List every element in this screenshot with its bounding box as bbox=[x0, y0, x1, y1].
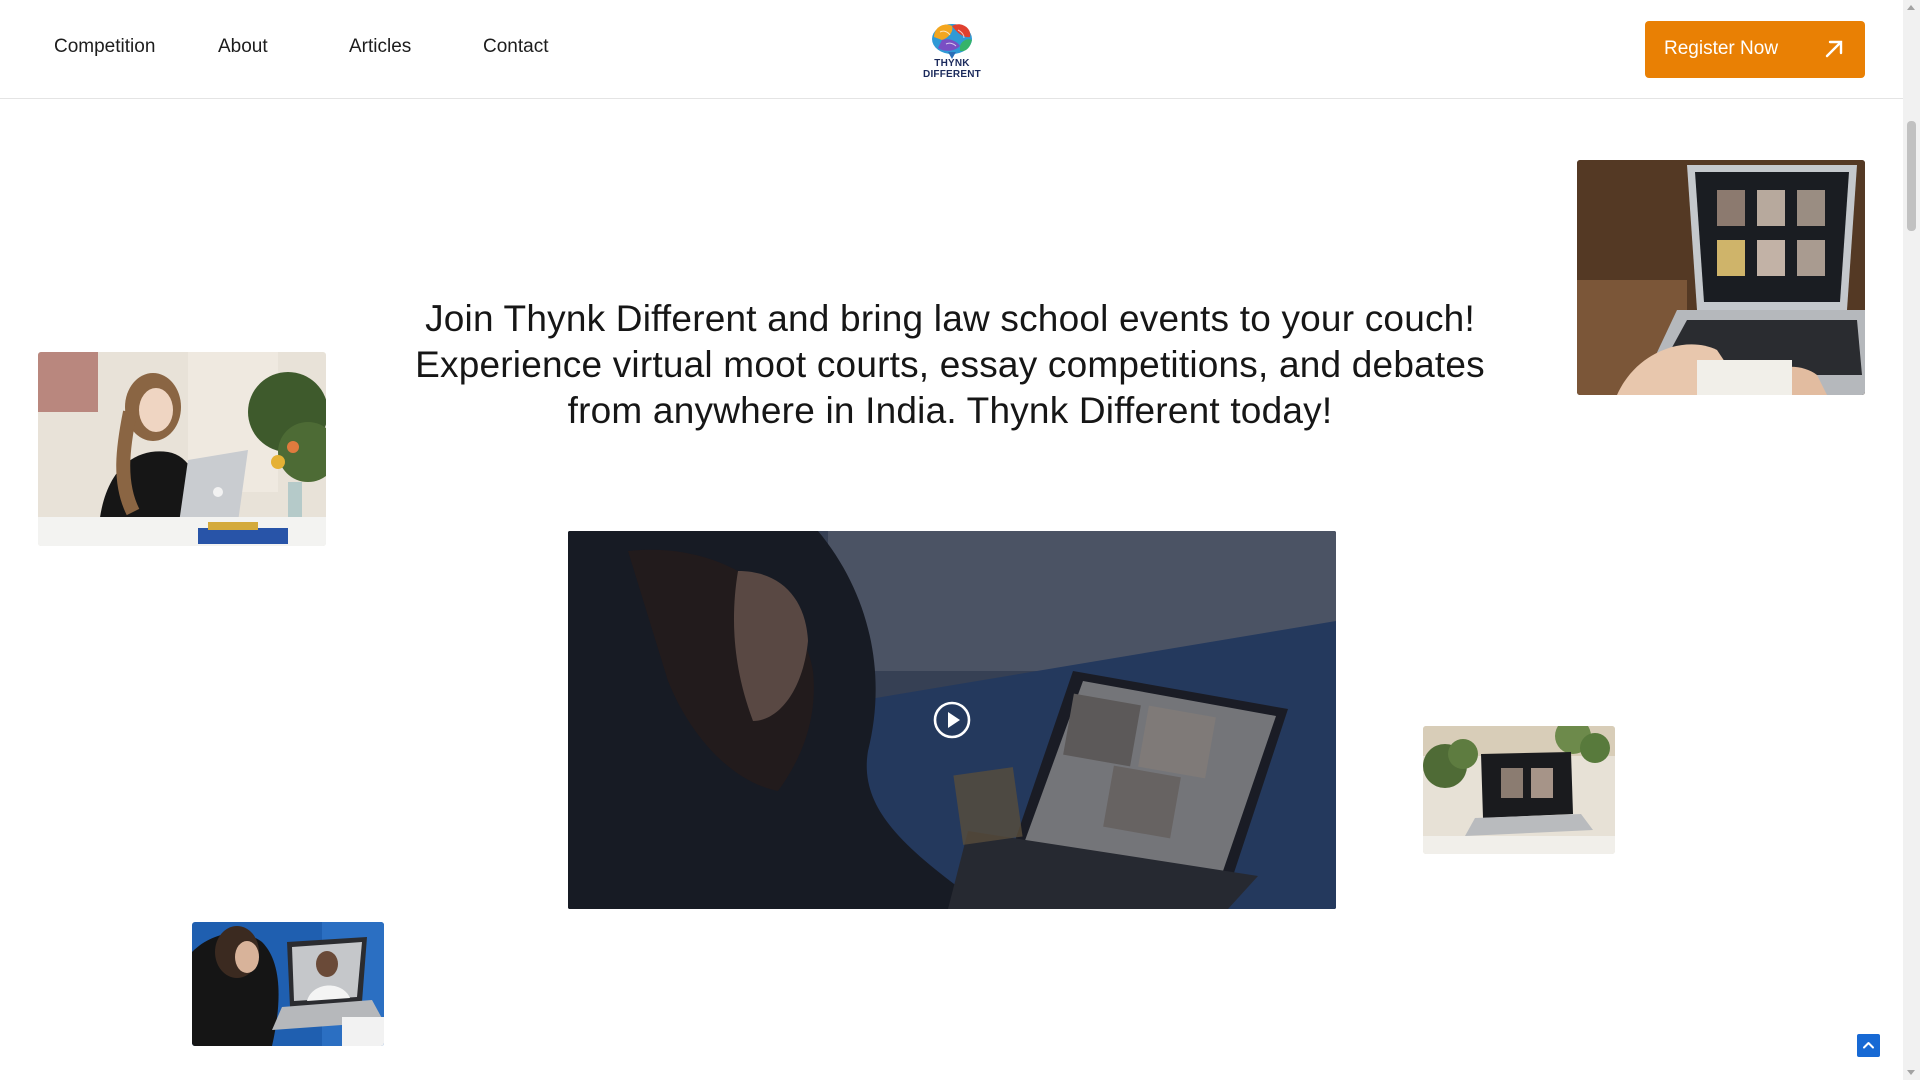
page-scrollbar[interactable] bbox=[1903, 0, 1920, 1080]
scroll-down-arrow[interactable] bbox=[1907, 1070, 1915, 1075]
hero-line: from anywhere in India. Thynk Different … bbox=[567, 390, 1333, 431]
nav-competition[interactable]: Competition bbox=[54, 36, 155, 58]
nav-about[interactable]: About bbox=[218, 36, 268, 58]
photo-woman-laptop bbox=[38, 352, 326, 546]
nav-articles[interactable]: Articles bbox=[349, 36, 411, 58]
video-player[interactable] bbox=[568, 531, 1336, 909]
brain-logo-icon bbox=[932, 24, 972, 59]
photo-laptop-video-call bbox=[1577, 160, 1865, 395]
site-logo[interactable]: THYNK DIFFERENT bbox=[904, 18, 1000, 80]
scroll-thumb[interactable] bbox=[1907, 121, 1916, 231]
photo-woman-video-call bbox=[192, 922, 384, 1046]
photo-laptop-desk bbox=[1423, 726, 1615, 854]
play-icon[interactable] bbox=[933, 701, 971, 739]
hero-line: Join Thynk Different and bring law schoo… bbox=[425, 298, 1475, 339]
logo-text: THYNK DIFFERENT bbox=[923, 58, 981, 80]
register-now-button[interactable]: Register Now bbox=[1645, 21, 1865, 78]
nav-contact[interactable]: Contact bbox=[483, 36, 548, 58]
back-to-top-button[interactable] bbox=[1857, 1034, 1880, 1057]
hero-heading: Join Thynk Different and bring law schoo… bbox=[380, 296, 1520, 434]
arrow-up-right-icon bbox=[1825, 40, 1843, 58]
scroll-up-arrow[interactable] bbox=[1907, 5, 1915, 10]
chevron-up-icon bbox=[1863, 1042, 1874, 1049]
register-label: Register Now bbox=[1664, 38, 1779, 59]
site-header: Competition About Articles Contact THYNK… bbox=[0, 0, 1903, 99]
hero-line: Experience virtual moot courts, essay co… bbox=[415, 344, 1485, 385]
